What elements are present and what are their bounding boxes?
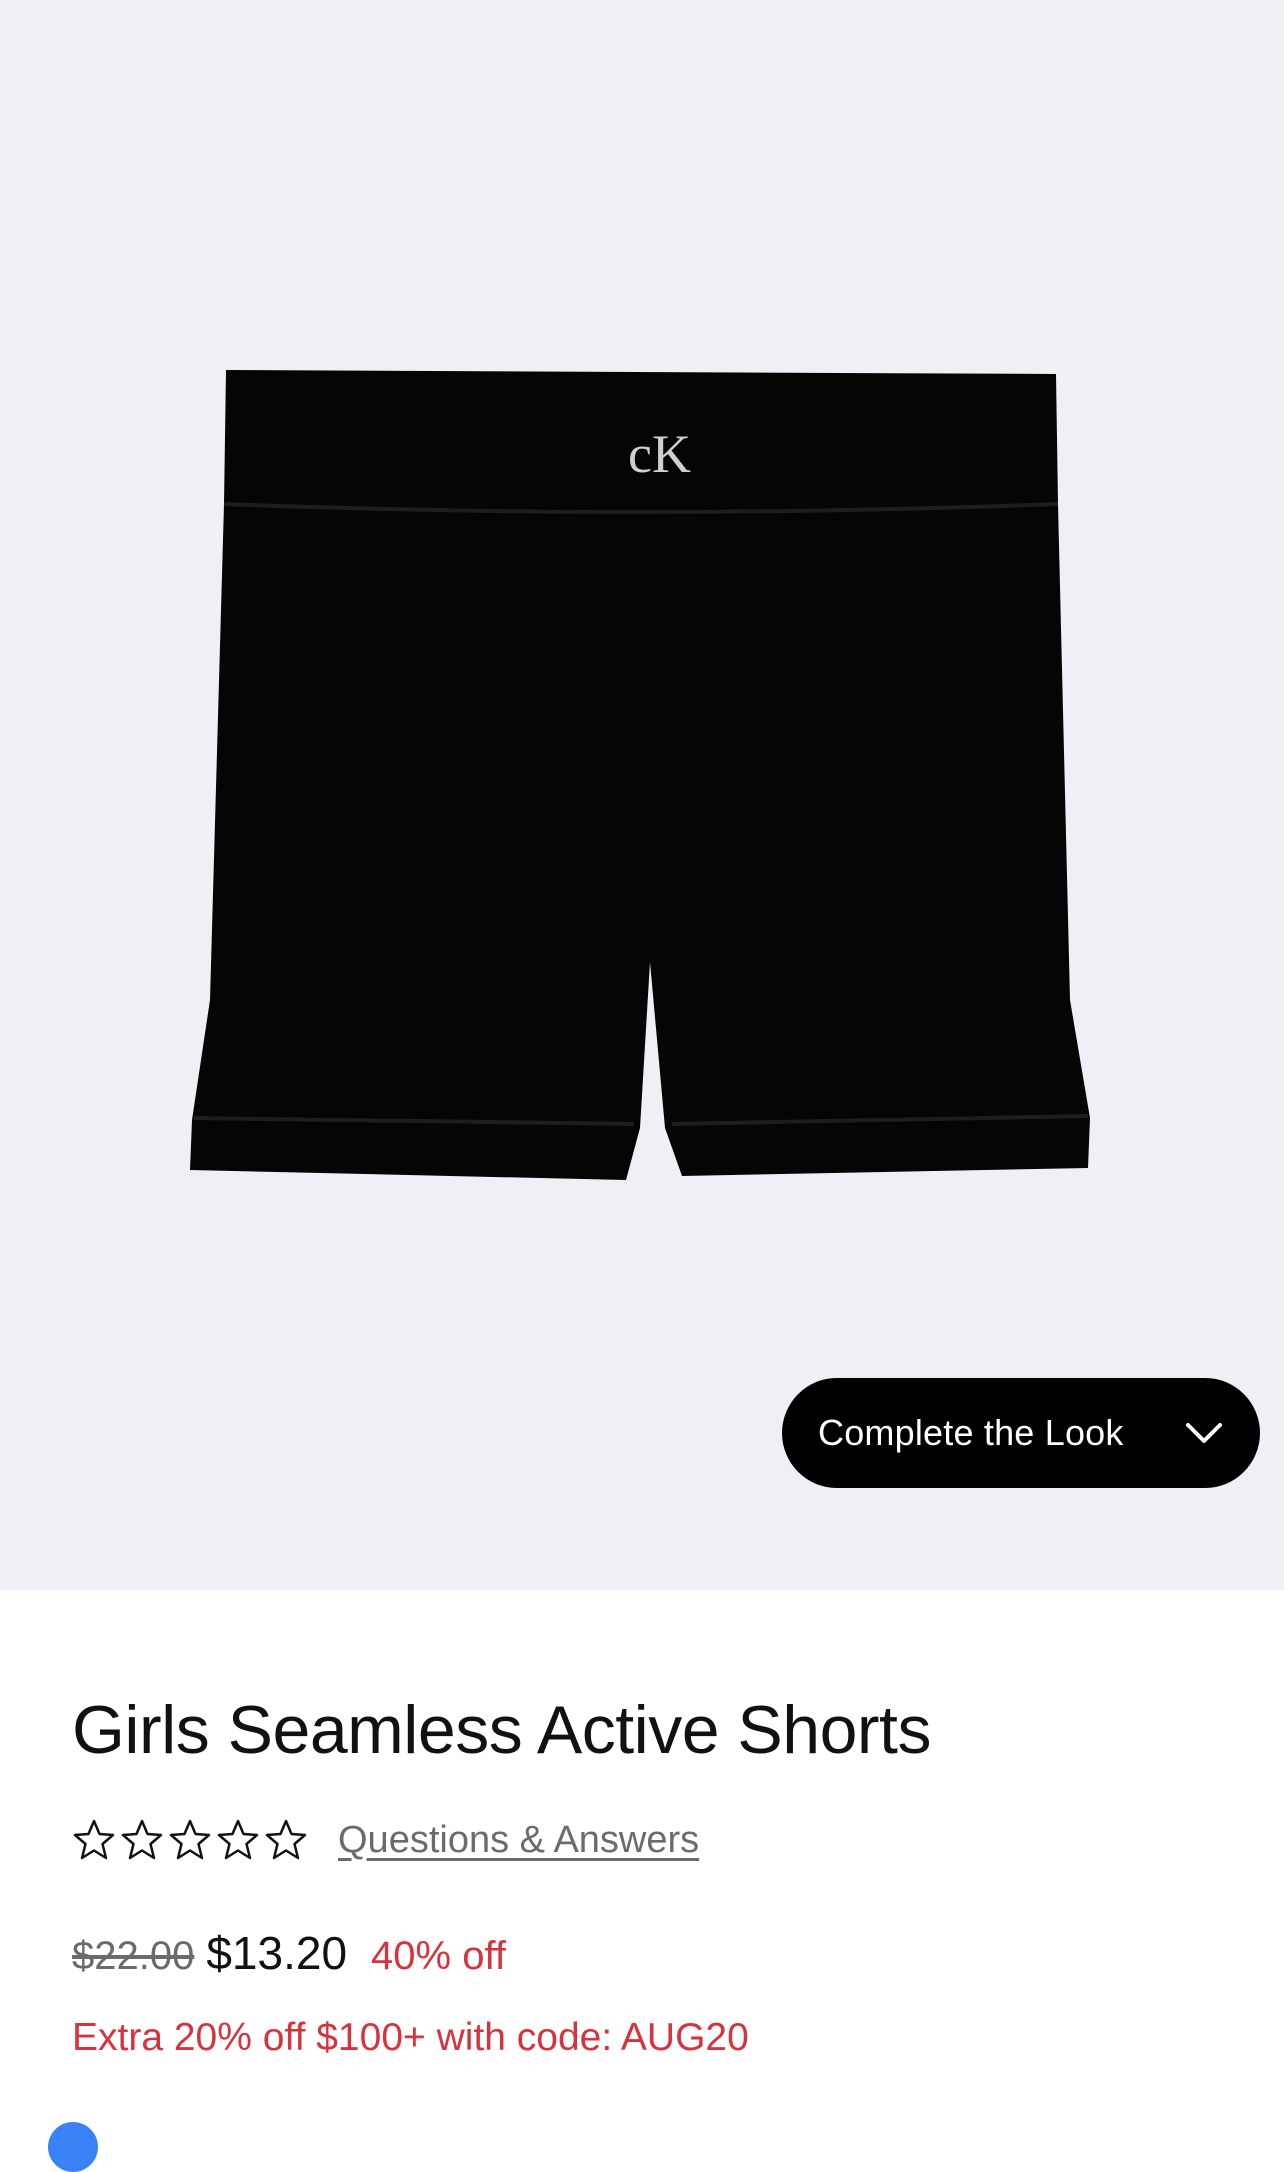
star-rating[interactable] <box>72 1818 308 1862</box>
chat-bubble[interactable] <box>48 2122 98 2172</box>
star-icon <box>169 1819 211 1860</box>
ck-logo: cK <box>628 424 691 484</box>
product-info: Girls Seamless Active Shorts <box>72 1690 1222 1770</box>
star-icon <box>217 1819 259 1860</box>
product-image-area: cK Complete the Look <box>0 0 1284 1590</box>
star-icon <box>265 1819 307 1860</box>
complete-the-look-button[interactable]: Complete the Look <box>782 1378 1260 1488</box>
complete-the-look-label: Complete the Look <box>818 1412 1124 1453</box>
original-price: $22.00 <box>72 1934 195 1978</box>
product-image[interactable]: cK <box>0 0 1284 1590</box>
star-icon <box>121 1819 163 1860</box>
sale-price: $13.20 <box>206 1927 348 1979</box>
rating-row: Questions & Answers <box>72 1812 699 1868</box>
product-title: Girls Seamless Active Shorts <box>72 1692 931 1768</box>
promo-text: Extra 20% off $100+ with code: AUG20 <box>72 2016 749 2059</box>
discount-badge: 40% off <box>371 1934 506 1978</box>
price-row: $22.00 $13.20 40% off <box>72 1926 506 1980</box>
shorts-shape <box>190 370 1090 1180</box>
questions-answers-link[interactable]: Questions & Answers <box>338 1819 699 1862</box>
star-icon <box>73 1819 115 1860</box>
chevron-down-icon <box>1186 1423 1222 1443</box>
